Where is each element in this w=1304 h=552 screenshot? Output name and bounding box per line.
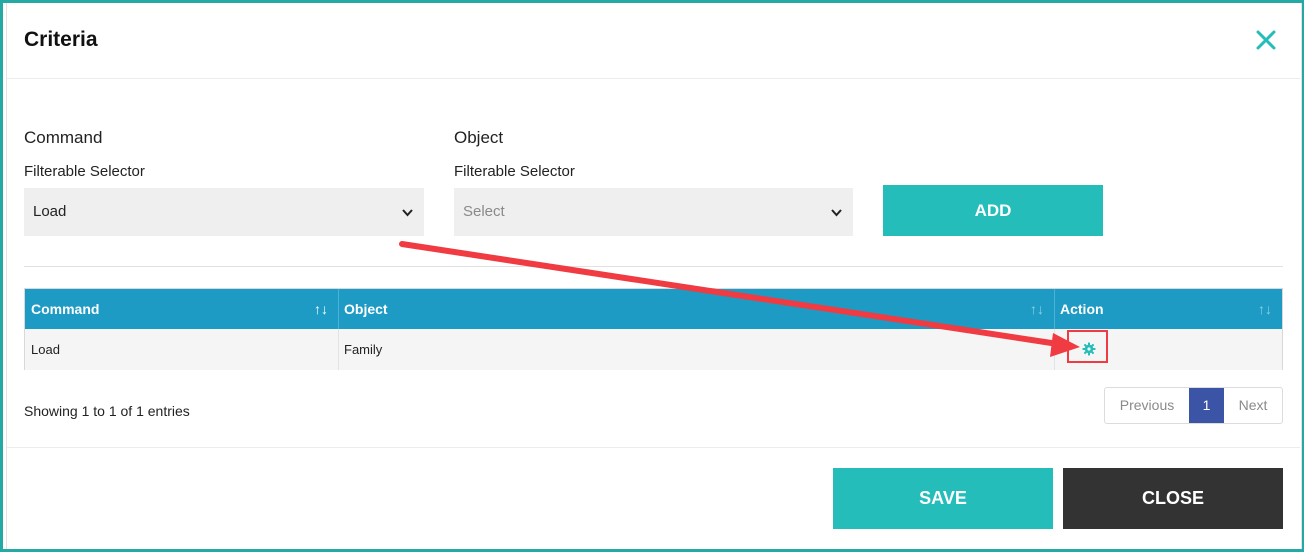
header-divider [7,78,1300,79]
pagination-next[interactable]: Next [1224,388,1282,423]
cell-divider [1054,329,1055,370]
sort-icon[interactable]: ↑↓ [314,289,328,329]
column-header-label: Object [344,301,388,317]
footer-divider [7,447,1300,448]
object-select[interactable]: Select [454,188,853,236]
command-heading: Command [24,128,103,147]
close-icon[interactable] [1254,28,1278,52]
column-header-command[interactable]: Command ↑↓ [25,289,338,329]
table-header: Command ↑↓ Object ↑↓ Action ↑↓ [25,289,1282,329]
column-header-object[interactable]: Object ↑↓ [338,289,1054,329]
object-select-placeholder: Select [463,203,505,220]
column-header-label: Action [1060,301,1104,317]
command-select-value: Load [33,203,67,220]
dialog-title: Criteria [24,28,98,51]
pagination-page-1[interactable]: 1 [1189,388,1224,423]
cell-object: Family [344,342,383,357]
chevron-down-icon [402,209,413,217]
command-sublabel: Filterable Selector [24,163,145,180]
close-button[interactable]: CLOSE [1063,468,1283,529]
add-button[interactable]: ADD [883,185,1103,236]
object-heading: Object [454,128,504,147]
annotation-highlight-box [1067,330,1108,363]
cell-command: Load [31,342,60,357]
object-sublabel: Filterable Selector [454,163,575,180]
column-header-action[interactable]: Action ↑↓ [1054,289,1282,329]
column-header-label: Command [31,301,100,317]
table-info: Showing 1 to 1 of 1 entries [24,403,190,419]
pagination-previous[interactable]: Previous [1105,388,1189,423]
command-select[interactable]: Load [24,188,424,236]
chevron-down-icon [831,209,842,217]
form-divider [24,266,1283,267]
save-button[interactable]: SAVE [833,468,1053,529]
sort-icon[interactable]: ↑↓ [1030,289,1044,329]
pagination: Previous 1 Next [1104,387,1283,424]
sort-icon[interactable]: ↑↓ [1258,289,1272,329]
